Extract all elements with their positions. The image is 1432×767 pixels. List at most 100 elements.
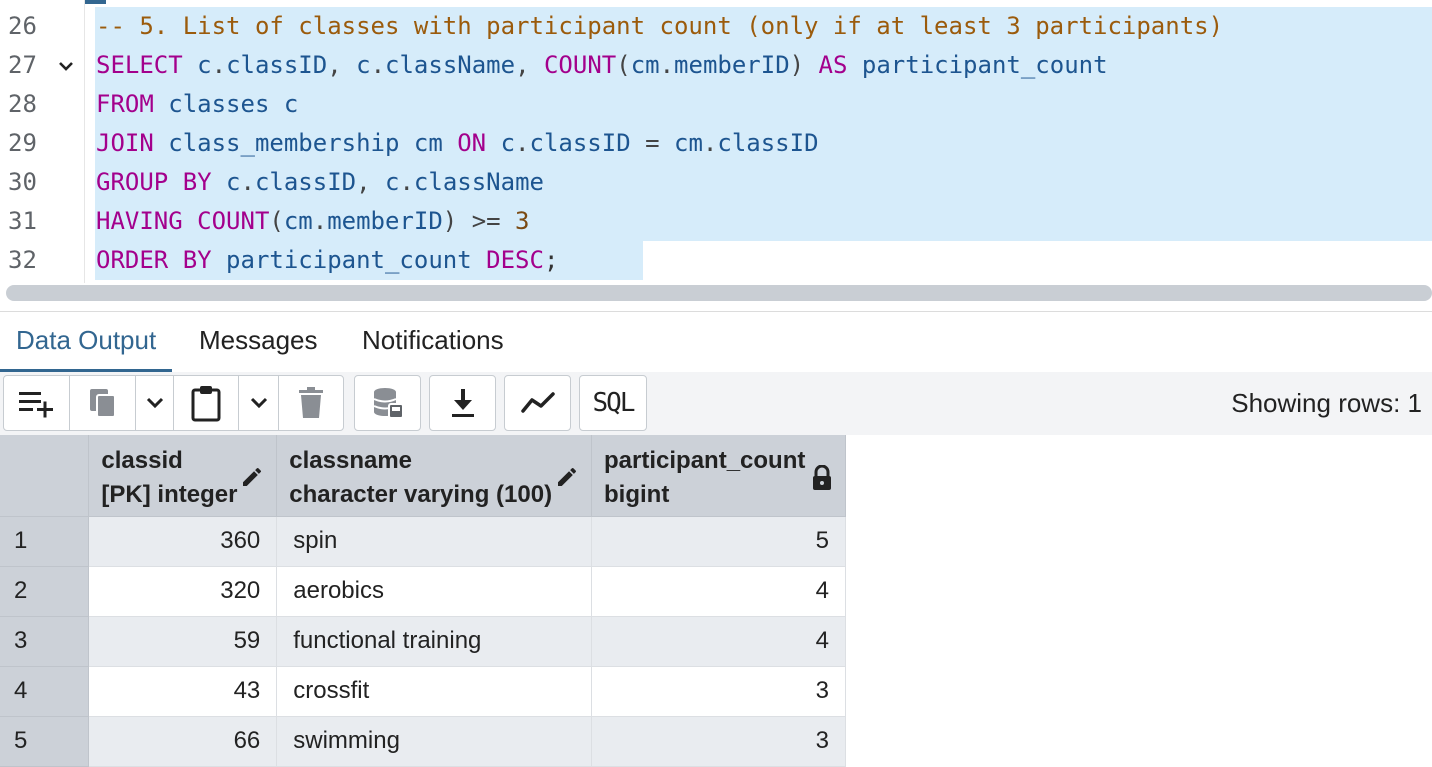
code-token: classID <box>254 168 357 196</box>
table-row[interactable]: 2 320 aerobics 4 <box>0 566 846 617</box>
cell-participant-count[interactable]: 5 <box>591 516 846 567</box>
row-number[interactable]: 4 <box>0 666 90 717</box>
code-line[interactable]: 32 ORDER BY participant_count DESC; <box>0 241 1432 280</box>
copy-options-dropdown[interactable] <box>135 375 174 431</box>
code-token: ON <box>457 129 487 157</box>
paste-button[interactable] <box>173 375 239 431</box>
code-token: c <box>356 51 371 79</box>
code-text: JOIN class_membership cm ON c.classID = … <box>96 124 819 163</box>
code-line[interactable]: 30 GROUP BY c.classID, c.className <box>0 163 1432 202</box>
tab-data-output[interactable]: Data Output <box>0 312 173 372</box>
save-data-button[interactable] <box>354 375 421 431</box>
code-token: c <box>211 168 241 196</box>
cell-classname[interactable]: crossfit <box>276 666 593 717</box>
line-number: 30 <box>8 168 37 196</box>
code-token: class_membership cm <box>153 129 458 157</box>
row-header-corner[interactable] <box>0 435 90 517</box>
code-token: classID <box>529 129 631 157</box>
graph-visualiser-button[interactable] <box>504 375 571 431</box>
code-token: memberID <box>674 51 790 79</box>
code-token: ORDER BY <box>96 246 212 274</box>
column-header-participant-count[interactable]: participant_count bigint <box>591 435 846 517</box>
code-text: FROM classes c <box>96 85 298 124</box>
cell-classid[interactable]: 66 <box>88 716 278 767</box>
column-name: classname <box>289 447 413 474</box>
copy-button[interactable] <box>69 375 136 431</box>
code-token: c <box>182 51 212 79</box>
code-token: AS <box>818 51 848 79</box>
code-token: ( <box>616 51 631 79</box>
row-number[interactable]: 3 <box>0 616 90 667</box>
code-text: -- 5. List of classes with participant c… <box>96 7 1223 46</box>
line-number: 32 <box>8 246 37 274</box>
table-row[interactable]: 5 66 swimming 3 <box>0 716 846 767</box>
cell-participant-count[interactable]: 3 <box>591 666 846 717</box>
code-token: COUNT <box>543 51 617 79</box>
sql-button[interactable]: SQL <box>579 375 647 431</box>
table-row[interactable]: 4 43 crossfit 3 <box>0 666 846 717</box>
code-token: memberID <box>327 207 443 235</box>
code-token: className <box>413 168 544 196</box>
code-token: classID <box>717 129 819 157</box>
code-token: . <box>312 207 328 235</box>
result-grid[interactable]: classid [PK] integer classname character… <box>0 435 846 767</box>
cell-classid[interactable]: 43 <box>88 666 278 717</box>
cell-classid[interactable]: 320 <box>88 566 278 617</box>
column-header-classname[interactable]: classname character varying (100) <box>276 435 593 517</box>
table-row[interactable]: 3 59 functional training 4 <box>0 616 846 667</box>
graph-icon <box>520 390 556 416</box>
code-token: , <box>515 51 544 79</box>
code-token: . <box>399 168 414 196</box>
code-token: . <box>240 168 255 196</box>
lock-icon <box>811 464 833 496</box>
download-icon <box>448 387 478 419</box>
data-output-toolbar: SQL Showing rows: 1 <box>0 372 1432 435</box>
code-line[interactable]: 27 SELECT c.classID, c.className, COUNT(c… <box>0 46 1432 85</box>
copy-icon <box>86 385 120 421</box>
code-token: cm <box>674 129 703 157</box>
query-editor[interactable]: 26 -- 5. List of classes with participant… <box>0 0 1432 283</box>
line-number: 29 <box>8 129 37 157</box>
paste-options-dropdown[interactable] <box>238 375 279 431</box>
code-token: , <box>327 51 357 79</box>
cell-classid[interactable]: 59 <box>88 616 278 667</box>
delete-button[interactable] <box>278 375 344 431</box>
tab-notifications[interactable]: Notifications <box>346 312 520 372</box>
pencil-icon <box>555 465 579 494</box>
chevron-down-icon[interactable] <box>56 46 76 85</box>
code-token: . <box>659 51 675 79</box>
code-token: FROM <box>96 90 154 118</box>
cell-classname[interactable]: aerobics <box>276 566 593 617</box>
cell-classname[interactable]: spin <box>276 516 593 567</box>
cell-classname[interactable]: swimming <box>276 716 593 767</box>
code-line[interactable]: 31 HAVING COUNT(cm.memberID) >= 3 <box>0 202 1432 241</box>
line-number: 26 <box>8 12 37 40</box>
code-token: ) >= <box>442 207 516 235</box>
code-token: SELECT <box>96 51 183 79</box>
cell-classname[interactable]: functional training <box>276 616 593 667</box>
code-token: ) <box>789 51 819 79</box>
add-row-button[interactable] <box>3 375 70 431</box>
code-token: DESC <box>486 246 544 274</box>
download-button[interactable] <box>429 375 496 431</box>
tab-messages[interactable]: Messages <box>183 312 334 372</box>
code-token: cm <box>630 51 660 79</box>
row-number[interactable]: 2 <box>0 566 90 617</box>
code-token: . <box>211 51 227 79</box>
code-line[interactable]: 28 FROM classes c <box>0 85 1432 124</box>
cell-participant-count[interactable]: 3 <box>591 716 846 767</box>
row-number[interactable]: 1 <box>0 516 90 567</box>
cell-participant-count[interactable]: 4 <box>591 616 846 667</box>
code-token: c <box>486 129 516 157</box>
editor-horizontal-scrollbar[interactable] <box>6 285 1432 301</box>
save-data-icon <box>371 386 405 420</box>
cell-participant-count[interactable]: 4 <box>591 566 846 617</box>
chevron-down-icon <box>145 396 165 410</box>
cell-classid[interactable]: 360 <box>88 516 278 567</box>
table-row[interactable]: 1 360 spin 5 <box>0 516 846 567</box>
row-number[interactable]: 5 <box>0 716 90 767</box>
code-line[interactable]: 29 JOIN class_membership cm ON c.classID … <box>0 124 1432 163</box>
column-header-classid[interactable]: classid [PK] integer <box>88 435 278 517</box>
line-number: 27 <box>8 51 37 79</box>
code-line[interactable]: 26 -- 5. List of classes with participant… <box>0 7 1432 46</box>
